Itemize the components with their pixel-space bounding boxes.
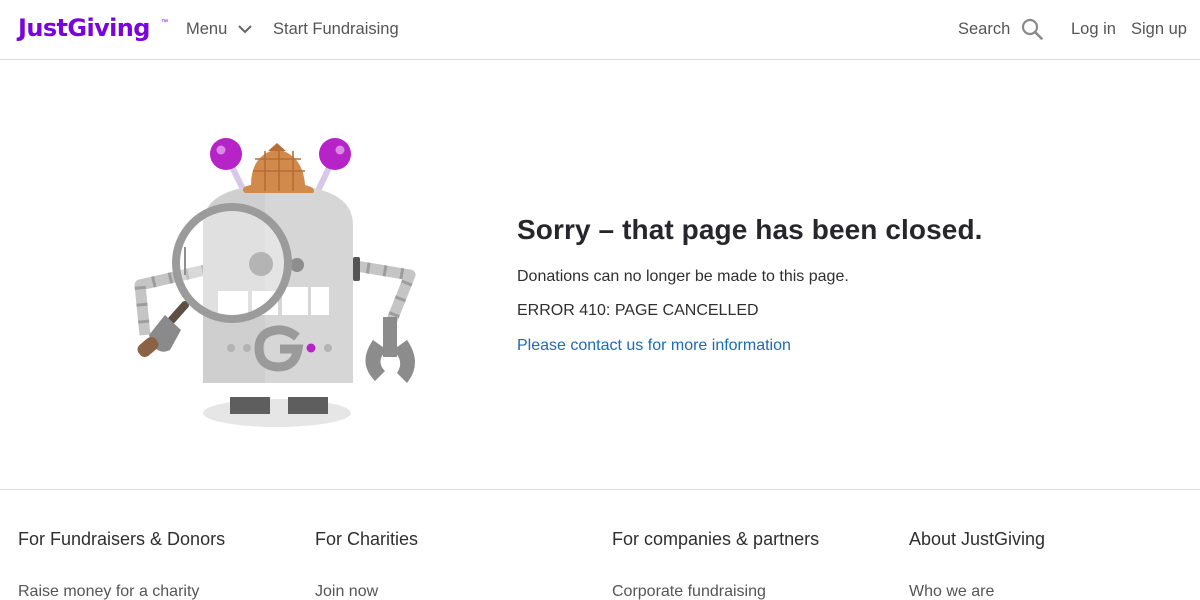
chevron-down-icon <box>238 25 252 34</box>
footer-link[interactable]: Corporate fundraising <box>612 582 819 600</box>
page-title: Sorry – that page has been closed. <box>517 214 983 245</box>
justgiving-logo[interactable]: JustGiving <box>18 12 150 44</box>
error-code: ERROR 410: PAGE CANCELLED <box>517 302 759 319</box>
start-fundraising-link[interactable]: Start Fundraising <box>273 19 399 39</box>
menu-label: Menu <box>186 20 228 38</box>
search-icon <box>1022 18 1044 40</box>
footer-column-about: About JustGiving Who we are <box>909 528 1045 600</box>
detective-robot-illustration <box>134 138 418 427</box>
site-footer: For Fundraisers & Donors Raise money for… <box>0 489 1200 600</box>
login-link[interactable]: Log in <box>1071 19 1116 39</box>
menu-dropdown[interactable]: Menu <box>186 19 253 39</box>
footer-column-charities: For Charities Join now <box>315 528 418 600</box>
signup-link[interactable]: Sign up <box>1131 19 1187 39</box>
footer-link[interactable]: Join now <box>315 582 418 600</box>
footer-heading: For Fundraisers & Donors <box>18 529 226 549</box>
site-header: JustGiving ™ Menu Start Fundraising Sear… <box>0 0 1200 60</box>
search-button[interactable]: Search <box>958 17 1044 41</box>
footer-column-fundraisers: For Fundraisers & Donors Raise money for… <box>18 528 225 600</box>
contact-link[interactable]: Please contact us for more information <box>517 336 791 356</box>
error-description: Donations can no longer be made to this … <box>517 268 849 285</box>
footer-heading: For companies & partners <box>612 529 820 549</box>
footer-link[interactable]: Who we are <box>909 582 1045 600</box>
footer-link[interactable]: Raise money for a charity <box>18 582 225 600</box>
footer-heading: For Charities <box>315 529 419 549</box>
footer-heading: About JustGiving <box>909 529 1046 549</box>
logo-trademark: ™ <box>161 19 168 26</box>
search-label: Search <box>958 20 1011 38</box>
footer-column-companies: For companies & partners Corporate fundr… <box>612 528 819 600</box>
